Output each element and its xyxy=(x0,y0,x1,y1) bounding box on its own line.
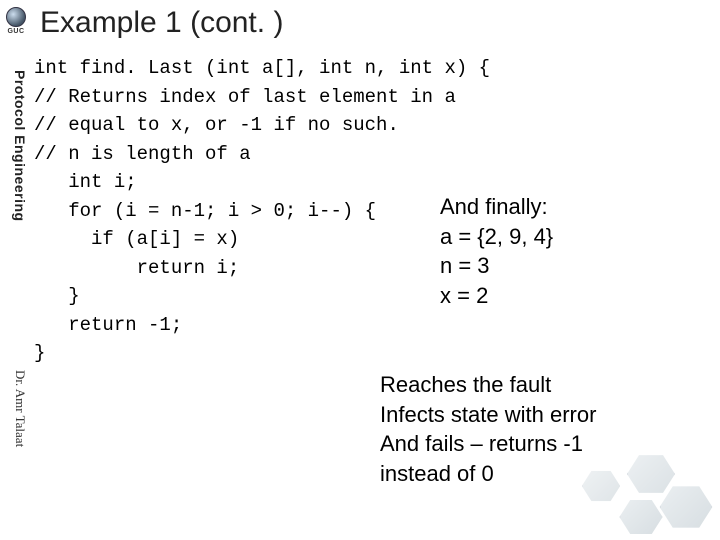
author-label: Dr. Amr Talaat xyxy=(10,370,28,520)
course-label: Protocol Engineering xyxy=(10,70,28,290)
annotation-result: Reaches the fault Infects state with err… xyxy=(380,370,596,489)
guc-logo-text: GUC xyxy=(7,28,24,35)
hex-icon xyxy=(660,484,713,530)
slide-title: Example 1 (cont. ) xyxy=(40,6,283,40)
hex-icon xyxy=(627,453,675,495)
hex-icon xyxy=(619,498,662,536)
slide: GUC Protocol Engineering Dr. Amr Talaat … xyxy=(0,0,720,540)
code-block: int find. Last (int a[], int n, int x) {… xyxy=(34,54,490,368)
left-sidebar: GUC Protocol Engineering Dr. Amr Talaat xyxy=(0,0,30,540)
globe-icon xyxy=(6,7,26,27)
guc-logo: GUC xyxy=(4,2,28,40)
annotation-setup: And finally: a = {2, 9, 4} n = 3 x = 2 xyxy=(440,192,553,311)
